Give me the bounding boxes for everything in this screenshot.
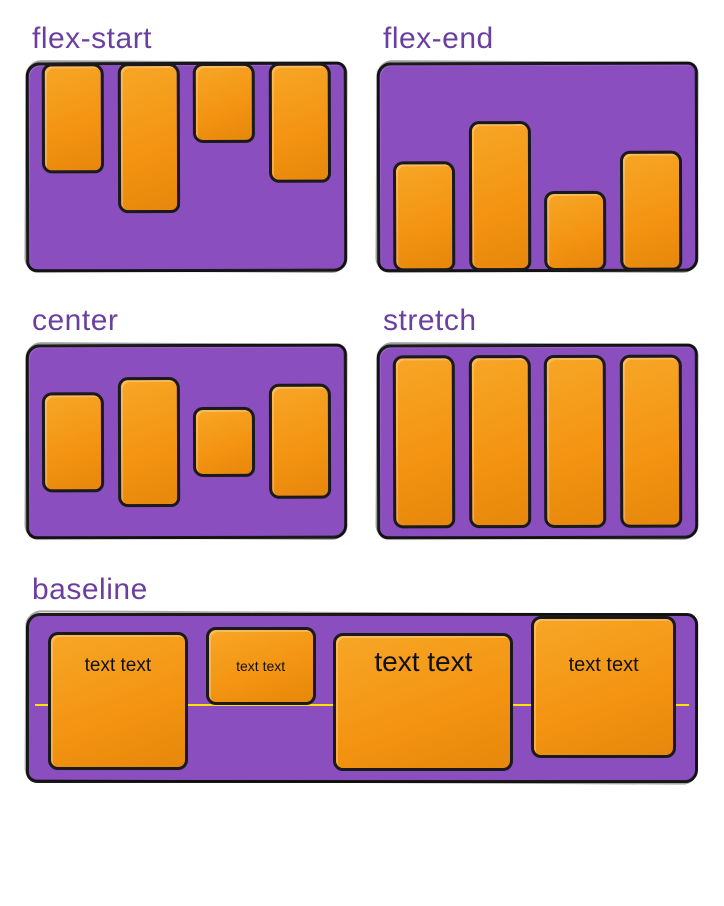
baseline-item: text text — [333, 633, 513, 771]
flex-item — [544, 355, 606, 528]
label-flex-end: flex-end — [383, 22, 698, 56]
panel-center: center — [26, 300, 347, 539]
flex-item — [42, 392, 104, 492]
baseline-item: text text — [48, 632, 188, 770]
flex-item — [544, 191, 606, 271]
container-flex-end — [377, 62, 699, 273]
flex-item — [193, 406, 255, 476]
flex-item — [193, 63, 255, 143]
flex-item — [620, 151, 682, 271]
flex-item — [393, 355, 455, 528]
container-stretch — [377, 344, 699, 540]
items-flex-start — [29, 65, 345, 270]
flex-item — [42, 63, 104, 173]
panel-flex-start: flex-start — [26, 18, 347, 272]
flex-item — [393, 161, 455, 271]
panel-flex-end: flex-end — [377, 18, 698, 272]
label-center: center — [32, 304, 347, 338]
container-baseline: text text text text text text text text — [26, 613, 698, 783]
baseline-item: text text — [206, 627, 316, 705]
row-1: flex-start flex-end — [26, 18, 698, 272]
items-center — [29, 347, 344, 537]
flex-item — [468, 355, 530, 528]
label-flex-start: flex-start — [32, 22, 347, 56]
flex-item — [620, 355, 682, 528]
container-flex-start — [26, 62, 348, 273]
row-2: center stretch — [26, 300, 698, 539]
label-baseline: baseline — [32, 573, 698, 607]
items-baseline: text text text text text text text text — [29, 616, 695, 780]
label-stretch: stretch — [383, 304, 698, 338]
items-flex-end — [380, 65, 696, 270]
container-center — [26, 344, 348, 540]
flex-item — [269, 384, 331, 499]
flex-item — [117, 63, 179, 213]
flex-item — [469, 121, 531, 271]
row-3: baseline text text text text text text t… — [26, 573, 698, 783]
baseline-item: text text — [531, 616, 676, 758]
flex-item — [269, 63, 331, 183]
items-stretch — [380, 347, 695, 537]
panel-stretch: stretch — [377, 300, 698, 539]
flex-item — [117, 377, 179, 507]
